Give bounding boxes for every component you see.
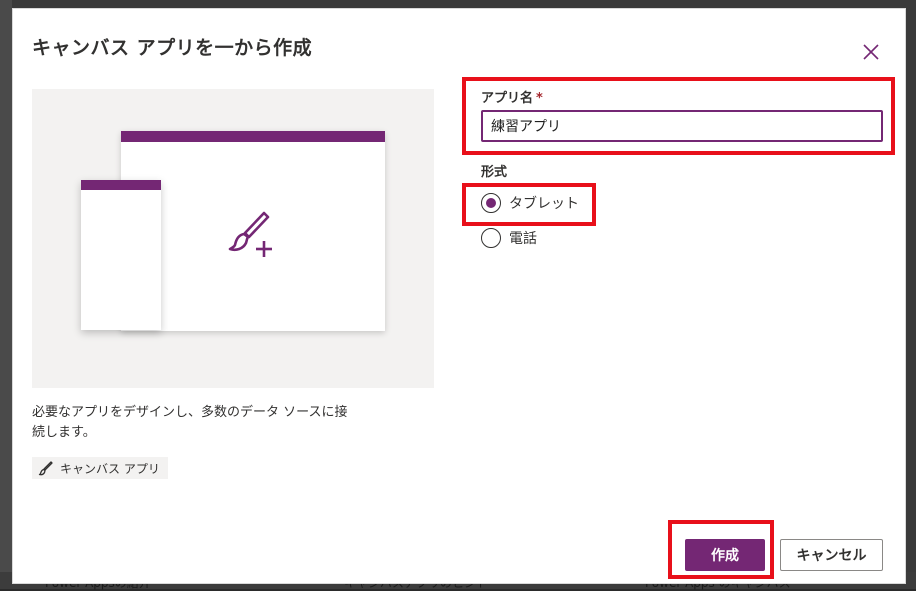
description-line: 続します。 [32, 425, 96, 440]
radio-label-phone: 電話 [509, 231, 537, 247]
app-type-tag: キャンバス アプリ [32, 457, 168, 479]
radio-button[interactable] [481, 228, 501, 248]
radio-selected-dot [486, 198, 496, 208]
radio-button-selected[interactable] [481, 193, 501, 213]
dialog-description: 必要なアプリをデザインし、多数のデータ ソースに接 続します。 [32, 403, 392, 443]
radio-option-tablet[interactable]: タブレット [481, 193, 579, 213]
create-button[interactable]: 作成 [685, 539, 765, 571]
close-button[interactable] [858, 39, 884, 65]
paintbrush-plus-icon [228, 211, 272, 257]
paintbrush-icon [38, 461, 53, 476]
canvas-app-illustration [32, 89, 434, 388]
background-edge [0, 0, 12, 589]
dialog-title: キャンバス アプリを一から作成 [32, 37, 313, 59]
phone-frame-illustration [81, 180, 161, 330]
app-type-tag-label: キャンバス アプリ [60, 461, 160, 476]
format-label: 形式 [481, 165, 508, 180]
required-indicator: * [536, 91, 543, 106]
app-name-input[interactable] [481, 110, 883, 142]
app-name-label: アプリ名 * [481, 87, 543, 106]
tablet-frame-header [121, 131, 385, 142]
create-canvas-app-dialog: キャンバス アプリを一から作成 必要なアプリをデザインし、多数のデータ ソースに… [12, 8, 906, 584]
app-name-label-text: アプリ名 [481, 91, 534, 106]
radio-label-tablet: タブレット [509, 196, 579, 212]
phone-frame-header [81, 180, 161, 190]
cancel-button[interactable]: キャンセル [780, 539, 883, 571]
radio-option-phone[interactable]: 電話 [481, 228, 537, 248]
close-icon[interactable] [858, 39, 884, 65]
description-line: 必要なアプリをデザインし、多数のデータ ソースに接 [32, 405, 348, 420]
